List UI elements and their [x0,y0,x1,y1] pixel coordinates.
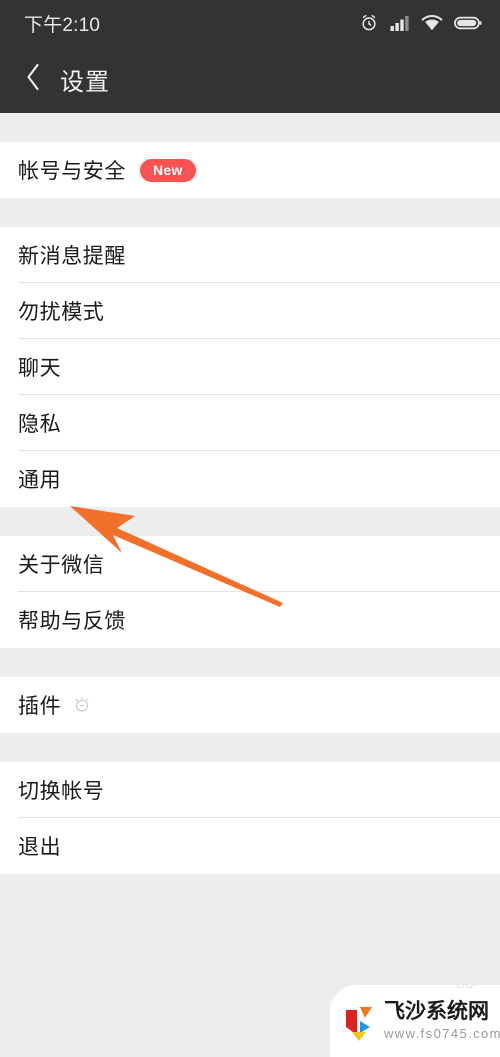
list-item-label: 通用 [18,469,62,492]
section-gap [0,113,500,142]
watermark-logo-icon [344,1001,378,1041]
list-item-label: 切换帐号 [18,780,105,803]
signal-icon [390,14,410,32]
watermark-url: www.fs0745.com [384,1025,500,1041]
back-chevron-icon [24,62,42,97]
status-bar: 下午2:10 [0,0,500,46]
page-title: 设置 [60,69,110,96]
wifi-icon [421,14,443,32]
settings-section-preferences: 新消息提醒 勿扰模式 聊天 隐私 通用 [0,227,500,507]
watermark-title: 飞沙系统网 [384,1000,489,1024]
section-gap [0,648,500,677]
settings-section-plugins: 插件 [0,677,500,733]
list-item-help-feedback[interactable]: 帮助与反馈 [0,592,500,648]
list-item-label: 帮助与反馈 [18,610,126,633]
status-time: 下午2:10 [24,14,101,36]
list-item-switch-account[interactable]: 切换帐号 [0,762,500,818]
plugin-badge-icon [73,696,91,714]
list-item-label: 关于微信 [18,554,105,577]
phone-screen: 下午2:10 设置 帐号与安全 New 新消息提醒 勿扰模式 聊天 隐私 通用 … [0,0,500,1057]
watermark-text: 飞沙系统网 www.fs0745.com [384,1000,500,1041]
list-item-label: 退出 [18,836,62,859]
list-item-label: 插件 [18,695,62,718]
back-button[interactable] [16,60,50,100]
list-item-general[interactable]: 通用 [0,451,500,507]
list-item-label: 帐号与安全 [18,160,126,183]
watermark-swirl-icon: 〰 [456,977,474,997]
status-badge-new: New [140,158,196,182]
watermark: 〰 飞沙系统网 www.fs0745.com [330,977,500,1057]
section-gap [0,507,500,536]
title-bar: 设置 [0,46,500,113]
list-item-plugins[interactable]: 插件 [0,677,500,733]
section-gap [0,198,500,227]
list-item-chat[interactable]: 聊天 [0,339,500,395]
status-icon-group [359,13,482,33]
settings-section-account-actions: 切换帐号 退出 [0,762,500,874]
section-gap [0,733,500,762]
list-item-logout[interactable]: 退出 [0,818,500,874]
list-item-label: 勿扰模式 [18,301,105,324]
alarm-icon [359,13,379,33]
battery-icon [454,15,482,31]
list-item-about-wechat[interactable]: 关于微信 [0,536,500,592]
list-item-label: 聊天 [18,357,62,380]
list-item-label: 隐私 [18,413,62,436]
list-item-privacy[interactable]: 隐私 [0,395,500,451]
settings-section-info: 关于微信 帮助与反馈 [0,536,500,648]
list-item-label: 新消息提醒 [18,245,126,268]
settings-section-account: 帐号与安全 New [0,142,500,198]
list-item-account-security[interactable]: 帐号与安全 New [0,142,500,198]
list-item-new-message-alert[interactable]: 新消息提醒 [0,227,500,283]
list-item-do-not-disturb[interactable]: 勿扰模式 [0,283,500,339]
